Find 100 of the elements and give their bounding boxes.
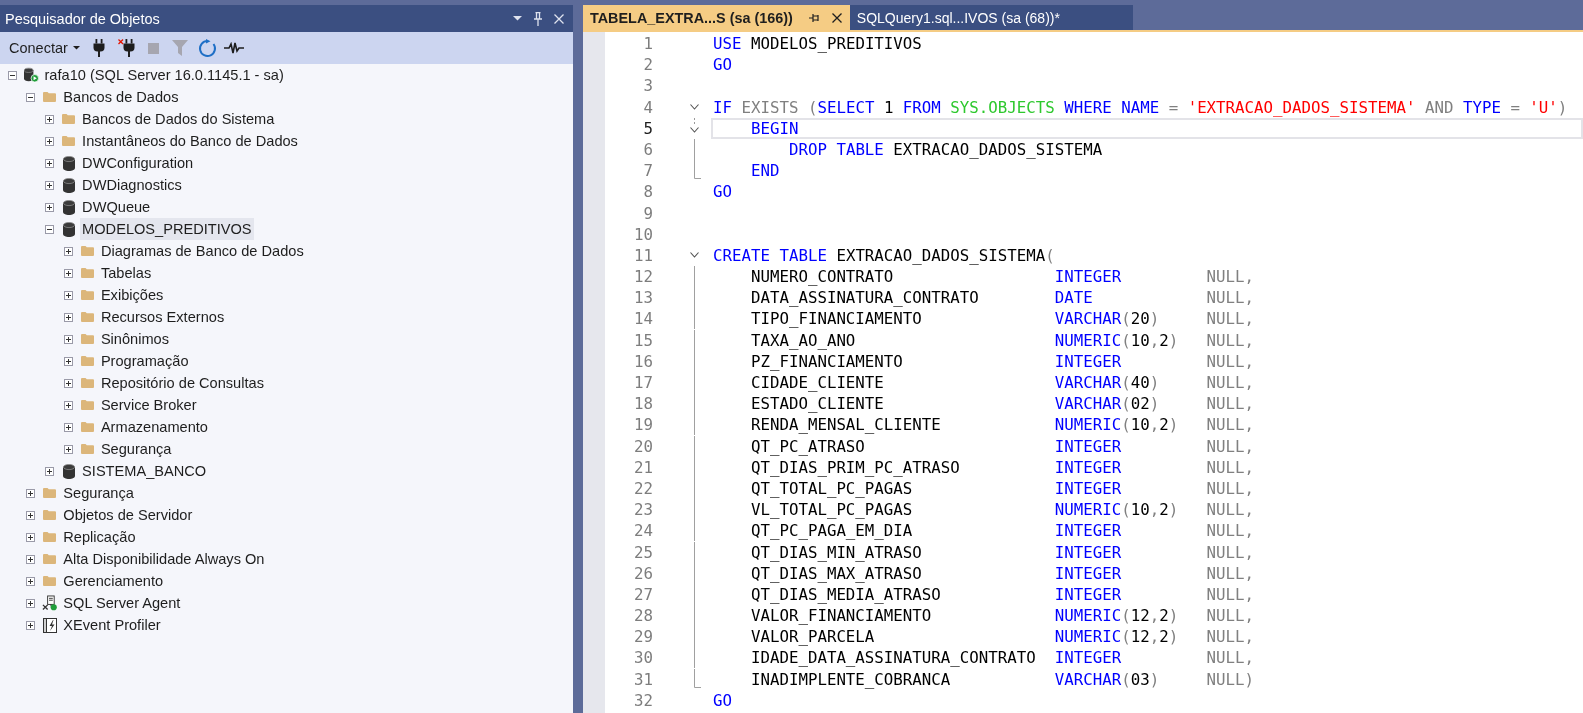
caret-icon[interactable]	[72, 46, 80, 50]
folder-icon	[80, 444, 94, 454]
tree-item[interactable]: Gerenciamento	[61, 570, 166, 592]
expand-icon[interactable]	[45, 114, 55, 124]
expand-icon[interactable]	[63, 356, 73, 366]
nullability: NULL,	[1206, 520, 1254, 542]
nullability: NULL,	[1206, 372, 1254, 394]
line-number: 13	[634, 287, 653, 309]
expand-icon[interactable]	[63, 422, 73, 432]
data-type: INTEGER	[1054, 456, 1122, 478]
tree-item[interactable]: Segurança	[61, 482, 136, 504]
collapse-icon[interactable]	[45, 224, 55, 234]
tree-item[interactable]: Diagramas de Banco de Dados	[98, 240, 306, 262]
line-number: 23	[634, 499, 653, 521]
tree-item[interactable]: Recursos Externos	[98, 306, 227, 328]
tree-item[interactable]: Replicação	[61, 526, 138, 548]
code-line: CREATE TABLE EXTRACAO_DADOS_SISTEMA(	[713, 244, 1055, 267]
database-icon	[62, 155, 75, 171]
expand-icon[interactable]	[63, 378, 73, 388]
expand-icon[interactable]	[26, 576, 36, 586]
column-name: TAXA_AO_ANO	[750, 329, 856, 351]
expand-icon[interactable]	[63, 334, 73, 344]
tree-item[interactable]: Programação	[98, 350, 191, 372]
expand-icon[interactable]	[26, 554, 36, 564]
column-name: IDADE_DATA_ASSINATURA_CONTRATO	[750, 647, 1036, 669]
line-number: 20	[634, 435, 653, 457]
expand-icon[interactable]	[63, 268, 73, 278]
expand-icon[interactable]	[63, 400, 73, 410]
caret-icon[interactable]	[513, 16, 522, 21]
chevron-icon[interactable]	[689, 126, 699, 133]
tree-item[interactable]: Tabelas	[98, 262, 154, 284]
refresh-icon[interactable]	[197, 38, 217, 58]
plug-icon[interactable]	[93, 39, 106, 57]
nullability: NULL,	[1206, 435, 1254, 457]
data-type: NUMERIC(10,2)	[1054, 499, 1179, 521]
chevron-icon[interactable]	[689, 252, 699, 259]
line-number: 8	[643, 181, 653, 203]
column-name: ESTADO_CLIENTE	[750, 393, 884, 415]
data-type: NUMERIC(10,2)	[1054, 329, 1179, 351]
nullability: NULL,	[1206, 266, 1254, 288]
data-type: DATE	[1054, 287, 1093, 309]
data-type: INTEGER	[1054, 520, 1122, 542]
tree-item[interactable]: Service Broker	[98, 394, 199, 416]
tree-item[interactable]: rafa10 (SQL Server 16.0.1145.1 - sa)	[42, 64, 286, 86]
tree-item[interactable]: Armazenamento	[98, 416, 210, 438]
panel-title: Pesquisador de Objetos	[5, 10, 160, 27]
pin-icon[interactable]	[808, 12, 819, 23]
code-line: GO	[713, 54, 732, 76]
disconnect-plug-icon[interactable]	[117, 39, 135, 57]
column-name: VALOR_FINANCIAMENTO	[750, 605, 932, 627]
column-name: QT_PC_ATRASO	[750, 435, 865, 457]
column-name: CIDADE_CLIENTE	[750, 372, 884, 394]
line-number: 31	[634, 668, 653, 690]
expand-icon[interactable]	[26, 620, 36, 630]
folder-icon	[80, 312, 94, 322]
expand-icon[interactable]	[45, 136, 55, 146]
tree-item[interactable]: DWConfiguration	[80, 152, 196, 174]
expand-icon[interactable]	[26, 598, 36, 608]
expand-icon[interactable]	[63, 290, 73, 300]
expand-icon[interactable]	[45, 466, 55, 476]
tree-item[interactable]: XEvent Profiler	[61, 614, 163, 636]
tree-item[interactable]: SQL Server Agent	[61, 592, 183, 614]
tree-item[interactable]: Objetos de Servidor	[61, 504, 195, 526]
tree-item[interactable]: DWDiagnostics	[80, 174, 184, 196]
folder-icon	[80, 400, 94, 410]
nullability: NULL,	[1206, 414, 1254, 436]
data-type: INTEGER	[1054, 435, 1122, 457]
fold-guide-line	[694, 117, 695, 126]
chevron-icon[interactable]	[689, 104, 699, 111]
connect-button[interactable]: Conectar	[9, 36, 80, 60]
tree-item[interactable]: Sinônimos	[98, 328, 172, 350]
expand-icon[interactable]	[26, 532, 36, 542]
tree-item[interactable]: Exibições	[98, 284, 166, 306]
expand-icon[interactable]	[63, 312, 73, 322]
tree-item[interactable]: Bancos de Dados	[61, 86, 181, 108]
expand-icon[interactable]	[45, 202, 55, 212]
code-line: GO	[713, 181, 732, 203]
expand-icon[interactable]	[45, 180, 55, 190]
editor-tab[interactable]: SQLQuery1.sql...IVOS (sa (68))*	[849, 5, 1133, 30]
collapse-icon[interactable]	[7, 70, 17, 80]
tree-item[interactable]: Segurança	[98, 438, 174, 460]
collapse-icon[interactable]	[26, 92, 36, 102]
tree-item[interactable]: SISTEMA_BANCO	[80, 460, 209, 482]
tree-item[interactable]: Instantâneos do Banco de Dados	[80, 130, 300, 152]
tree-item[interactable]: Alta Disponibilidade Always On	[61, 548, 267, 570]
close-icon[interactable]	[831, 12, 842, 23]
expand-icon[interactable]	[63, 246, 73, 256]
editor-tab[interactable]: TABELA_EXTRA...S (sa (166))	[583, 5, 850, 30]
line-number: 19	[634, 414, 653, 436]
tree-item[interactable]: Bancos de Dados do Sistema	[80, 108, 277, 130]
folder-icon	[80, 334, 94, 344]
tree-item[interactable]: MODELOS_PREDITIVOS	[80, 218, 254, 240]
expand-icon[interactable]	[45, 158, 55, 168]
expand-icon[interactable]	[26, 510, 36, 520]
expand-icon[interactable]	[63, 444, 73, 454]
activity-icon[interactable]	[224, 42, 245, 54]
tree-item[interactable]: DWQueue	[80, 196, 153, 218]
tree-item[interactable]: Repositório de Consultas	[98, 372, 266, 394]
expand-icon[interactable]	[26, 488, 36, 498]
nullability: NULL,	[1206, 308, 1254, 330]
